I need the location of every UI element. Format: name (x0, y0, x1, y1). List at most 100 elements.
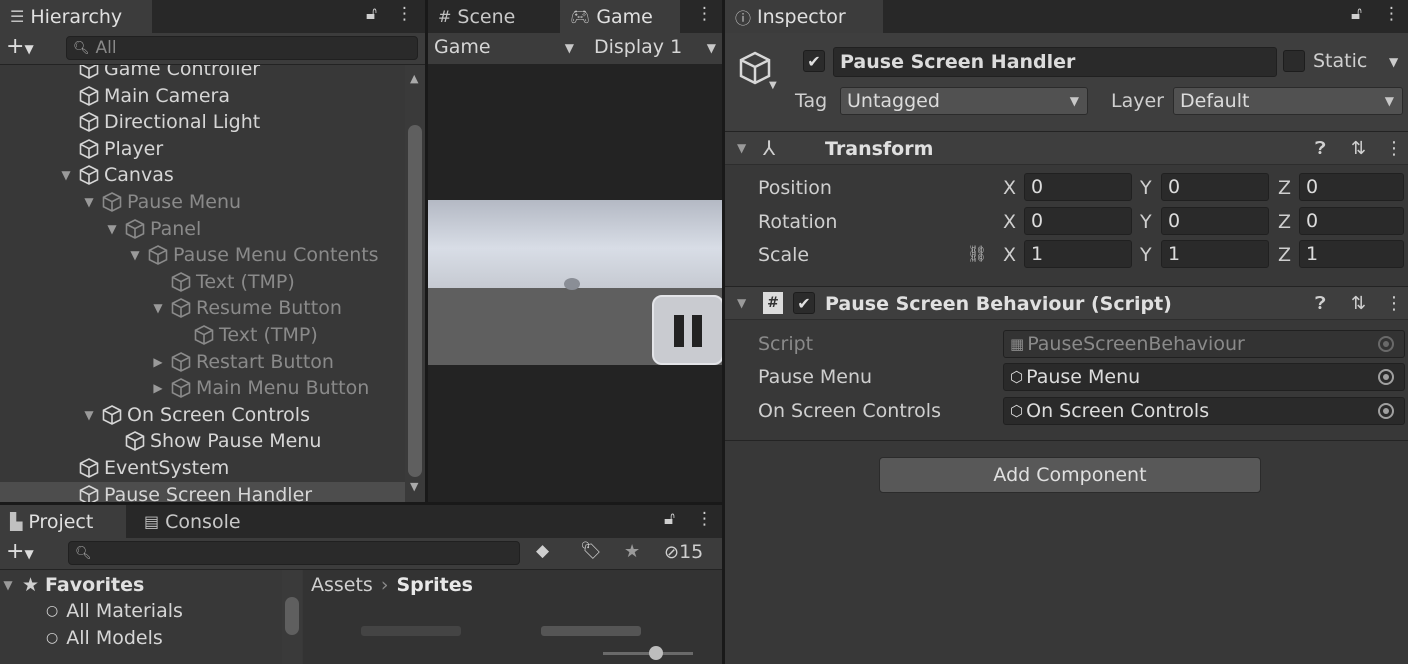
expand-arrow-icon[interactable]: ▼ (58, 168, 74, 182)
tab-console[interactable]: ▤ Console (134, 505, 264, 538)
zoom-slider-handle[interactable] (649, 646, 663, 660)
hierarchy-item[interactable]: Main Camera (0, 83, 405, 109)
transform-position-y-field[interactable]: 0 (1161, 173, 1269, 201)
active-checkbox[interactable]: ✔ (803, 50, 825, 72)
axis-z-label[interactable]: Z (1278, 244, 1291, 266)
axis-y-label[interactable]: Y (1140, 211, 1152, 233)
help-icon[interactable]: ❓︎ (1315, 293, 1326, 314)
transform-scale-y-field[interactable]: 1 (1161, 240, 1269, 268)
hierarchy-item[interactable]: Show Pause Menu (0, 428, 405, 454)
expand-arrow-icon[interactable]: ▼ (104, 222, 120, 236)
axis-y-label[interactable]: Y (1140, 244, 1152, 266)
hierarchy-scroll-thumb[interactable] (408, 125, 422, 477)
filter-type-icon[interactable]: ◆ (536, 541, 549, 561)
transform-scale-x-field[interactable]: 1 (1024, 240, 1132, 268)
hierarchy-item[interactable]: Text (TMP) (0, 269, 405, 295)
transform-position-z-field[interactable]: 0 (1299, 173, 1404, 201)
filter-label-icon[interactable]: 🏷︎ (580, 541, 602, 561)
transform-position-x-field[interactable]: 0 (1024, 173, 1132, 201)
transform-rotation-y-field[interactable]: 0 (1161, 206, 1269, 235)
expand-arrow-icon[interactable]: ▼ (150, 301, 166, 315)
tab-scene[interactable]: # Scene (428, 0, 560, 33)
tab-hierarchy[interactable]: ☰ Hierarchy (0, 0, 152, 33)
view-dropdown[interactable]: Game ▼ (434, 36, 574, 62)
axis-x-label[interactable]: X (1003, 177, 1016, 199)
asset-thumbnail[interactable] (361, 626, 461, 636)
expand-arrow-icon[interactable]: ▼ (81, 408, 97, 422)
hierarchy-item[interactable]: ▶ Restart Button (0, 349, 405, 375)
favorite-item[interactable]: ○ All Models (46, 627, 163, 649)
hierarchy-item[interactable]: ▼ Canvas (0, 162, 405, 188)
transform-scale-z-field[interactable]: 1 (1299, 240, 1404, 268)
axis-z-label[interactable]: Z (1278, 177, 1291, 199)
project-more-menu-icon[interactable]: ⋮ (696, 509, 713, 529)
expand-arrow-icon[interactable]: ▼ (81, 195, 97, 209)
constrain-proportions-icon[interactable]: ⛓︎ (967, 244, 987, 263)
axis-x-label[interactable]: X (1003, 211, 1016, 233)
object-name-field[interactable]: Pause Screen Handler (833, 47, 1277, 77)
create-asset-button[interactable]: +▼ (6, 539, 34, 564)
favorites-header[interactable]: ▼ ★ Favorites (0, 572, 144, 598)
breadcrumb-assets[interactable]: Assets (311, 574, 373, 596)
hierarchy-item[interactable]: ▼ Resume Button (0, 295, 405, 321)
project-lock-icon[interactable]: 🔓︎ (664, 509, 675, 529)
collapse-arrow-icon[interactable]: ▼ (737, 296, 746, 310)
tag-dropdown[interactable]: Untagged ▼ (840, 87, 1088, 115)
add-object-button[interactable]: +▼ (6, 34, 34, 59)
layer-dropdown[interactable]: Default ▼ (1173, 87, 1403, 115)
preset-icon[interactable]: ⇅ (1351, 138, 1366, 159)
game-more-menu-icon[interactable]: ⋮ (696, 4, 713, 24)
hierarchy-item[interactable]: Text (TMP) (0, 322, 405, 348)
hierarchy-item[interactable]: ▼ Panel (0, 216, 405, 242)
add-component-button[interactable]: Add Component (879, 457, 1261, 493)
collapse-arrow-icon[interactable]: ▼ (737, 141, 746, 155)
transform-rotation-x-field[interactable]: 0 (1024, 206, 1132, 235)
hierarchy-item[interactable]: Directional Light (0, 109, 405, 135)
tab-game[interactable]: 🎮︎ Game (560, 0, 680, 33)
hierarchy-item[interactable]: Game Controller (0, 65, 405, 82)
hierarchy-item[interactable]: Player (0, 136, 405, 162)
favorite-star-icon[interactable]: ★ (624, 541, 640, 562)
transform-rotation-z-field[interactable]: 0 (1299, 206, 1404, 235)
more-menu-icon[interactable]: ⋮ (396, 4, 413, 24)
hierarchy-search-input[interactable]: 🔍︎ All (66, 36, 418, 60)
script-enabled-checkbox[interactable]: ✔ (793, 292, 815, 314)
zoom-slider[interactable] (603, 652, 693, 655)
hierarchy-item[interactable]: ▶ Main Menu Button (0, 375, 405, 401)
project-search-input[interactable]: 🔍︎ (68, 541, 520, 565)
axis-x-label[interactable]: X (1003, 244, 1016, 266)
hierarchy-item[interactable]: ▼ Pause Menu Contents (0, 242, 405, 268)
inspector-more-menu-icon[interactable]: ⋮ (1383, 4, 1400, 24)
component-menu-icon[interactable]: ⋮ (1385, 138, 1403, 159)
object-picker-icon[interactable] (1378, 369, 1394, 385)
on-screen-controls-field[interactable]: ⬡ On Screen Controls (1003, 397, 1405, 425)
static-checkbox[interactable] (1283, 50, 1305, 72)
scroll-up-icon[interactable]: ▲ (410, 72, 418, 85)
pause-menu-field[interactable]: ⬡ Pause Menu (1003, 363, 1405, 391)
project-sidebar-scroll-thumb[interactable] (285, 597, 299, 635)
hierarchy-item[interactable]: Pause Screen Handler (0, 481, 405, 502)
hierarchy-item[interactable]: ▼ On Screen Controls (0, 402, 405, 428)
object-picker-icon[interactable] (1378, 403, 1394, 419)
static-dropdown-icon[interactable]: ▼ (1389, 55, 1398, 69)
icon-dropdown-arrow-icon[interactable]: ▼ (769, 80, 777, 91)
display-dropdown[interactable]: Display 1 ▼ (594, 36, 716, 62)
breadcrumb-sprites[interactable]: Sprites (396, 574, 472, 596)
collapsed-arrow-icon[interactable]: ▶ (150, 381, 166, 395)
lock-icon[interactable]: 🔓︎ (366, 4, 377, 24)
inspector-lock-icon[interactable]: 🔓︎ (1351, 4, 1362, 24)
preset-icon[interactable]: ⇅ (1351, 293, 1366, 314)
game-viewport[interactable] (428, 200, 722, 365)
tab-inspector[interactable]: ⓘ Inspector (725, 0, 883, 33)
favorite-item[interactable]: ○ All Materials (46, 600, 183, 622)
hierarchy-item[interactable]: EventSystem (0, 455, 405, 481)
axis-y-label[interactable]: Y (1140, 177, 1152, 199)
tab-project[interactable]: ▙ Project (0, 505, 126, 538)
hidden-packages-icon[interactable]: ⊘15 (664, 541, 703, 563)
pause-button-ingame[interactable] (652, 295, 722, 365)
asset-thumbnail[interactable] (541, 626, 641, 636)
component-menu-icon[interactable]: ⋮ (1385, 293, 1403, 314)
collapsed-arrow-icon[interactable]: ▶ (150, 355, 166, 369)
help-icon[interactable]: ❓︎ (1315, 138, 1326, 159)
expand-arrow-icon[interactable]: ▼ (127, 248, 143, 262)
